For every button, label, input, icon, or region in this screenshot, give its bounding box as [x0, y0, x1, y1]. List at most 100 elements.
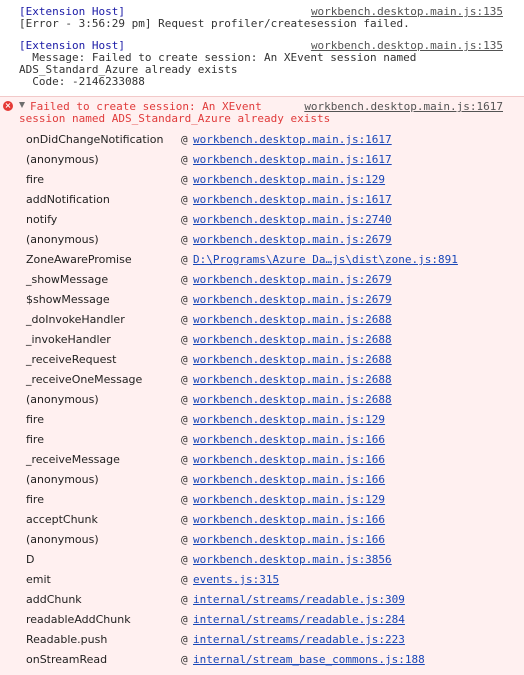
- stack-frame: (anonymous) @ workbench.desktop.main.js:16…: [26, 470, 506, 490]
- frame-location-link[interactable]: workbench.desktop.main.js:2688: [193, 390, 392, 410]
- console-error-message: × Failed to create session: An XEvent se…: [0, 96, 524, 675]
- frame-at-symbol: @: [181, 653, 188, 666]
- stack-frame: _showMessage @ workbench.desktop.main.js:2…: [26, 270, 506, 290]
- stack-frame: readableAddChunk @ internal/streams/readab…: [26, 610, 506, 630]
- frame-function-name: (anonymous): [26, 393, 99, 406]
- frame-function-name: onStreamRead: [26, 653, 108, 666]
- frame-location-link[interactable]: workbench.desktop.main.js:166: [193, 530, 385, 550]
- frame-at-symbol: @: [181, 213, 188, 226]
- frame-function-name: addNotification: [26, 193, 110, 206]
- stack-frame: fire @ workbench.desktop.main.js:129: [26, 490, 506, 510]
- frame-function-name: $showMessage: [26, 293, 110, 306]
- frame-function-name: _receiveRequest: [26, 353, 117, 366]
- frame-at-symbol: @: [181, 553, 188, 566]
- frame-at-symbol: @: [181, 413, 188, 426]
- frame-at-symbol: @: [181, 233, 188, 246]
- frame-function-name: notify: [26, 213, 58, 226]
- stack-frame: fire @ workbench.desktop.main.js:129: [26, 410, 506, 430]
- frame-function-name: (anonymous): [26, 533, 99, 546]
- frame-location-link[interactable]: events.js:315: [193, 570, 279, 590]
- frame-function-name: Readable.push: [26, 633, 108, 646]
- stack-frame: _invokeHandler @ workbench.desktop.main.js…: [26, 330, 506, 350]
- frame-function-name: addChunk: [26, 593, 82, 606]
- frame-at-symbol: @: [181, 293, 188, 306]
- frame-location-link[interactable]: workbench.desktop.main.js:166: [193, 510, 385, 530]
- frame-location-link[interactable]: workbench.desktop.main.js:2688: [193, 370, 392, 390]
- stack-frame: (anonymous) @ workbench.desktop.main.js:26…: [26, 230, 506, 250]
- frame-location-link[interactable]: workbench.desktop.main.js:1617: [193, 150, 392, 170]
- frame-function-name: fire: [26, 433, 44, 446]
- frame-location-link[interactable]: workbench.desktop.main.js:2679: [193, 230, 392, 250]
- frame-function-name: _doInvokeHandler: [26, 313, 125, 326]
- stack-frame: onDidChangeNotification @ workbench.deskto…: [26, 130, 506, 150]
- frame-at-symbol: @: [181, 333, 188, 346]
- frame-location-link[interactable]: workbench.desktop.main.js:166: [193, 430, 385, 450]
- stack-frame: fire @ workbench.desktop.main.js:166: [26, 430, 506, 450]
- frame-at-symbol: @: [181, 493, 188, 506]
- frame-at-symbol: @: [181, 433, 188, 446]
- frame-location-link[interactable]: workbench.desktop.main.js:129: [193, 170, 385, 190]
- frame-at-symbol: @: [181, 573, 188, 586]
- frame-at-symbol: @: [181, 393, 188, 406]
- stack-frame: acceptChunk @ workbench.desktop.main.js:16…: [26, 510, 506, 530]
- console-message-1: [Extension Host] [Error - 3:56:29 pm] Re…: [0, 0, 524, 35]
- frame-at-symbol: @: [181, 593, 188, 606]
- frame-location-link[interactable]: workbench.desktop.main.js:129: [193, 410, 385, 430]
- frame-location-link[interactable]: workbench.desktop.main.js:166: [193, 470, 385, 490]
- stack-frame: D @ workbench.desktop.main.js:3856: [26, 550, 506, 570]
- frame-location-link[interactable]: internal/streams/readable.js:284: [193, 610, 405, 630]
- error-title-line-2: session named ADS_Standard_Azure already…: [19, 112, 331, 125]
- frame-location-link[interactable]: workbench.desktop.main.js:2679: [193, 270, 392, 290]
- frame-at-symbol: @: [181, 193, 188, 206]
- stack-frame: onStreamRead @ internal/stream_base_common…: [26, 650, 506, 670]
- frame-location-link[interactable]: workbench.desktop.main.js:166: [193, 450, 385, 470]
- frame-location-link[interactable]: workbench.desktop.main.js:1617: [193, 190, 392, 210]
- frame-function-name: acceptChunk: [26, 513, 98, 526]
- frame-function-name: _receiveMessage: [26, 453, 120, 466]
- stack-frame: _receiveOneMessage @ workbench.desktop.mai…: [26, 370, 506, 390]
- frame-location-link[interactable]: internal/stream_base_commons.js:188: [193, 650, 425, 670]
- frame-location-link[interactable]: workbench.desktop.main.js:1617: [193, 130, 392, 150]
- frame-function-name: _receiveOneMessage: [26, 373, 143, 386]
- stack-frame: fire @ workbench.desktop.main.js:129: [26, 170, 506, 190]
- stack-frame: _doInvokeHandler @ workbench.desktop.main.…: [26, 310, 506, 330]
- frame-location-link[interactable]: workbench.desktop.main.js:2740: [193, 210, 392, 230]
- frame-at-symbol: @: [181, 453, 188, 466]
- stack-frame: Readable.push @ internal/streams/readable.…: [26, 630, 506, 650]
- frame-at-symbol: @: [181, 533, 188, 546]
- collapse-triangle-icon[interactable]: [19, 102, 25, 108]
- frame-function-name: (anonymous): [26, 153, 99, 166]
- frame-location-link[interactable]: D:\Programs\Azure Da…js\dist\zone.js:891: [193, 250, 458, 270]
- frame-location-link[interactable]: workbench.desktop.main.js:2688: [193, 330, 392, 350]
- frame-function-name: fire: [26, 413, 44, 426]
- stack-frame: (anonymous) @ workbench.desktop.main.js:16…: [26, 530, 506, 550]
- frame-location-link[interactable]: workbench.desktop.main.js:2688: [193, 350, 392, 370]
- frame-function-name: D: [26, 553, 35, 566]
- stack-frame: emit @ events.js:315: [26, 570, 506, 590]
- frame-at-symbol: @: [181, 633, 188, 646]
- frame-function-name: fire: [26, 173, 44, 186]
- console-message-2: [Extension Host] Message: Failed to crea…: [0, 34, 524, 97]
- stack-frame: _receiveRequest @ workbench.desktop.main.j…: [26, 350, 506, 370]
- frame-function-name: _showMessage: [26, 273, 109, 286]
- frame-location-link[interactable]: workbench.desktop.main.js:2688: [193, 310, 392, 330]
- source-link[interactable]: workbench.desktop.main.js:135: [311, 40, 503, 52]
- stack-frame: (anonymous) @ workbench.desktop.main.js:16…: [26, 150, 506, 170]
- frame-function-name: (anonymous): [26, 473, 99, 486]
- stack-frame: addChunk @ internal/streams/readable.js:30…: [26, 590, 506, 610]
- frame-function-name: _invokeHandler: [26, 333, 111, 346]
- frame-location-link[interactable]: workbench.desktop.main.js:3856: [193, 550, 392, 570]
- frame-function-name: emit: [26, 573, 51, 586]
- frame-location-link[interactable]: workbench.desktop.main.js:129: [193, 490, 385, 510]
- frame-at-symbol: @: [181, 353, 188, 366]
- stack-frame: ZoneAwarePromise @ D:\Programs\Azure Da…js…: [26, 250, 506, 270]
- frame-location-link[interactable]: workbench.desktop.main.js:2679: [193, 290, 392, 310]
- frame-location-link[interactable]: internal/streams/readable.js:309: [193, 590, 405, 610]
- frame-location-link[interactable]: internal/streams/readable.js:223: [193, 630, 405, 650]
- frame-function-name: (anonymous): [26, 233, 99, 246]
- error-source-link[interactable]: workbench.desktop.main.js:1617: [304, 101, 503, 113]
- source-link[interactable]: workbench.desktop.main.js:135: [311, 6, 503, 18]
- message-text: [Error - 3:56:29 pm] Request profiler/cr…: [19, 17, 410, 30]
- stack-frame: (anonymous) @ workbench.desktop.main.js:26…: [26, 390, 506, 410]
- stack-frame: $showMessage @ workbench.desktop.main.js:2…: [26, 290, 506, 310]
